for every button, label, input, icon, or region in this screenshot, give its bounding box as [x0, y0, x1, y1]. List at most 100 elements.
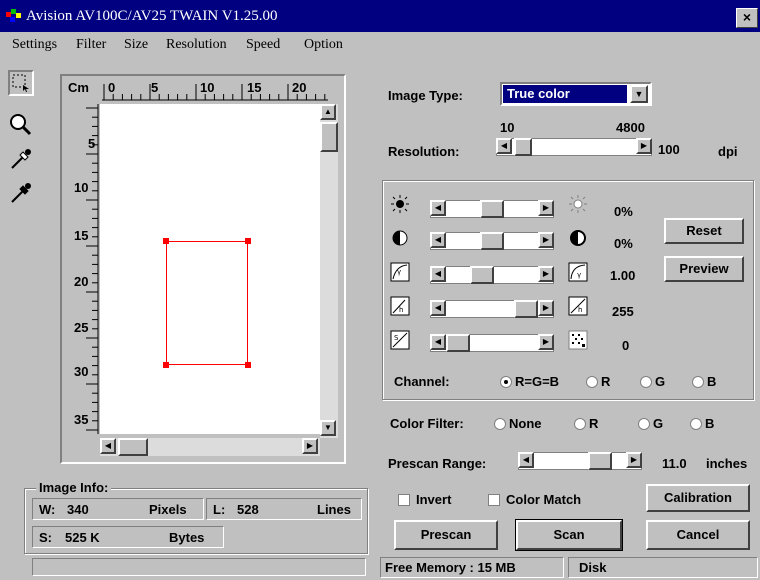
scroll-down-button[interactable]: ▼	[320, 420, 336, 436]
selection-handle[interactable]	[163, 238, 169, 244]
shadow-increase-button[interactable]: ▶	[538, 334, 554, 350]
gamma-slider[interactable]: ◀ ▶	[430, 266, 554, 284]
color-filter-b[interactable]: B	[690, 416, 714, 431]
menu-resolution[interactable]: Resolution	[166, 37, 227, 53]
resolution-thumb[interactable]	[514, 138, 533, 156]
menu-option[interactable]: Option	[304, 37, 343, 53]
gamma-thumb[interactable]	[469, 266, 494, 284]
shadow-value: 0	[622, 338, 630, 353]
resolution-max: 4800	[616, 120, 645, 135]
menu-settings[interactable]: Settings	[12, 37, 57, 53]
resolution-slider[interactable]: ◀ ▶	[496, 138, 652, 156]
close-button[interactable]: ×	[736, 8, 758, 28]
contrast-thumb[interactable]	[480, 232, 504, 250]
length-field: L: 528 Lines	[206, 498, 362, 520]
ruler-top-0: 0	[108, 80, 116, 95]
brightness-increase-button[interactable]: ▶	[538, 200, 554, 216]
width-value: 340	[67, 502, 89, 517]
resolution-unit: dpi	[718, 144, 738, 159]
channel-option-r[interactable]: R	[586, 374, 610, 389]
resolution-decrease-button[interactable]: ◀	[496, 138, 512, 154]
selection-handle[interactable]	[245, 362, 251, 368]
title-bar[interactable]: Avision AV100C/AV25 TWAIN V1.25.00 ×	[0, 0, 760, 32]
brightness-slider[interactable]: ◀ ▶	[430, 200, 554, 218]
contrast-decrease-button[interactable]: ◀	[430, 232, 446, 248]
resolution-increase-button[interactable]: ▶	[636, 138, 652, 154]
highlight-thumb[interactable]	[514, 300, 538, 318]
radio-icon	[586, 376, 598, 388]
highlight-decrease-button[interactable]: ◀	[430, 300, 446, 316]
prescan-range-value: 11.0	[662, 456, 687, 471]
scroll-left-button[interactable]: ◀	[100, 438, 116, 454]
gamma-increase-button[interactable]: ▶	[538, 266, 554, 282]
shadow-slider[interactable]: ◀ ▶	[430, 334, 554, 352]
prescan-range-slider[interactable]: ◀ ▶	[518, 452, 642, 470]
color-filter-none[interactable]: None	[494, 416, 542, 431]
preview-vscroll[interactable]: ▲ ▼	[320, 104, 338, 438]
menu-speed[interactable]: Speed	[246, 37, 280, 53]
eyedropper-black-icon	[11, 183, 31, 203]
prescan-button[interactable]: Prescan	[394, 520, 498, 550]
radio-icon	[640, 376, 652, 388]
channel-option-rgb[interactable]: R=G=B	[500, 374, 559, 389]
size-label: S:	[39, 530, 52, 545]
ruler-top-20: 20	[292, 80, 307, 95]
black-point-dropper-button[interactable]	[8, 180, 34, 206]
ruler-left-5: 5	[88, 136, 96, 151]
shadow-decrease-button[interactable]: ◀	[430, 334, 446, 350]
ruler-top-5: 5	[151, 80, 159, 95]
dropdown-arrow-icon[interactable]: ▼	[630, 85, 648, 103]
cancel-button[interactable]: Cancel	[646, 520, 750, 550]
status-left	[32, 558, 366, 576]
scan-button[interactable]: Scan	[515, 519, 623, 551]
brightness-thumb[interactable]	[480, 200, 504, 218]
select-tool-button[interactable]	[8, 70, 34, 96]
scan-area-selection[interactable]	[163, 238, 251, 368]
color-filter-g[interactable]: G	[638, 416, 663, 431]
shadow-thumb[interactable]	[446, 334, 470, 352]
svg-text:S: S	[394, 334, 399, 342]
invert-checkbox[interactable]: Invert	[398, 492, 451, 507]
scroll-right-button[interactable]: ▶	[302, 438, 318, 454]
prescan-range-label: Prescan Range:	[388, 456, 487, 471]
checkbox-icon	[398, 494, 410, 506]
color-filter-label: Color Filter:	[390, 416, 464, 431]
gamma-decrease-button[interactable]: ◀	[430, 266, 446, 282]
scroll-up-button[interactable]: ▲	[320, 104, 336, 120]
preview-canvas[interactable]	[100, 104, 320, 434]
ruler-unit: Cm	[68, 80, 89, 95]
hscroll-thumb[interactable]	[118, 438, 148, 456]
menu-filter[interactable]: Filter	[76, 37, 106, 53]
preview-button[interactable]: Preview	[664, 256, 744, 282]
reset-button[interactable]: Reset	[664, 218, 744, 244]
radio-icon	[690, 418, 702, 430]
radio-icon	[638, 418, 650, 430]
prescan-track[interactable]	[518, 452, 642, 470]
prescan-decrease-button[interactable]: ◀	[518, 452, 534, 468]
contrast-slider[interactable]: ◀ ▶	[430, 232, 554, 250]
image-type-select[interactable]: True color ▼	[500, 82, 652, 106]
prescan-thumb[interactable]	[588, 452, 613, 470]
channel-option-b[interactable]: B	[692, 374, 716, 389]
selection-handle[interactable]	[245, 238, 251, 244]
zoom-tool-button[interactable]	[8, 112, 34, 138]
selection-handle[interactable]	[163, 362, 169, 368]
preview-hscroll[interactable]: ◀ ▶	[100, 438, 320, 456]
channel-option-g[interactable]: G	[640, 374, 665, 389]
prescan-range-unit: inches	[706, 456, 748, 471]
svg-text:h: h	[578, 306, 582, 314]
color-filter-r[interactable]: R	[574, 416, 598, 431]
contrast-increase-button[interactable]: ▶	[538, 232, 554, 248]
highlight-increase-button[interactable]: ▶	[538, 300, 554, 316]
menu-size[interactable]: Size	[124, 37, 148, 53]
white-point-dropper-button[interactable]	[8, 146, 34, 172]
brightness-decrease-button[interactable]: ◀	[430, 200, 446, 216]
highlight-slider[interactable]: ◀ ▶	[430, 300, 554, 318]
prescan-increase-button[interactable]: ▶	[626, 452, 642, 468]
select-icon	[12, 74, 29, 92]
color-match-checkbox[interactable]: Color Match	[488, 492, 581, 507]
vscroll-thumb[interactable]	[320, 122, 338, 152]
magnifier-icon	[10, 114, 32, 136]
calibration-button[interactable]: Calibration	[646, 484, 750, 512]
length-value: 528	[237, 502, 259, 517]
